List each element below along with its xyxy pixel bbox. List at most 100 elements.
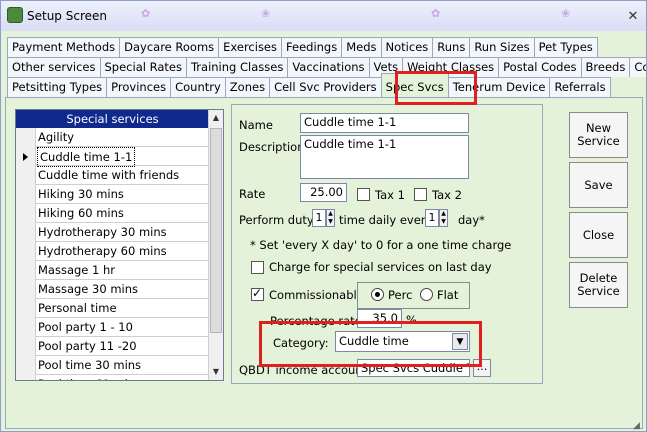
perform-duty-arrows-icon[interactable]: ▲ ▼ — [326, 209, 335, 227]
tax2-checkbox[interactable] — [414, 188, 427, 201]
rate-field[interactable]: 25.00 — [300, 183, 347, 202]
tab-provinces[interactable]: Provinces — [106, 77, 172, 97]
highlight-spec-svcs-tab — [395, 71, 477, 105]
row-gutter — [16, 242, 36, 261]
close-button[interactable]: Close — [569, 212, 628, 258]
perform-duty-label: Perform duty — [239, 213, 314, 227]
tax1-label: Tax 1 — [375, 188, 405, 202]
tab-colors[interactable]: Colors — [629, 57, 646, 77]
row-gutter — [16, 375, 36, 380]
perc-radio[interactable] — [371, 288, 384, 301]
list-rows: Agility Cuddle time 1-1 Cuddle time with f… — [16, 128, 209, 380]
delete-service-button[interactable]: Delete Service — [569, 262, 628, 308]
highlight-category — [259, 321, 482, 367]
list-item[interactable]: Hiking 60 mins — [16, 204, 209, 223]
special-services-list[interactable]: Special services Agility Cuddle time 1-1 C… — [15, 109, 224, 381]
perform-duty-spinner[interactable]: 1 — [312, 209, 326, 227]
tab-run-sizes[interactable]: Run Sizes — [469, 37, 535, 57]
tab-meds[interactable]: Meds — [341, 37, 382, 57]
tab-row-3: Petsitting Types Provinces Country Zones Cel… — [7, 73, 611, 101]
tab-petsitting-types[interactable]: Petsitting Types — [7, 77, 108, 97]
list-item[interactable]: Massage 30 mins — [16, 280, 209, 299]
description-field[interactable]: Cuddle time 1-1 — [300, 135, 469, 179]
scroll-thumb[interactable] — [210, 128, 222, 333]
flower-icon: ✿ — [141, 7, 151, 20]
app-icon — [7, 7, 23, 23]
tab-breeds[interactable]: Breeds — [580, 57, 631, 77]
list-item-label: Cuddle time 1-1 — [37, 147, 136, 167]
tab-runs[interactable]: Runs — [432, 37, 471, 57]
tax1-checkbox[interactable] — [357, 188, 370, 201]
list-item[interactable]: Personal time — [16, 299, 209, 318]
tab-zones[interactable]: Zones — [224, 77, 271, 97]
save-button[interactable]: Save — [569, 162, 628, 208]
scroll-up-icon[interactable]: ▲ — [209, 110, 223, 126]
list-item[interactable]: Hydrotherapy 60 mins — [16, 242, 209, 261]
list-item[interactable]: Pool time 30 mins — [16, 356, 209, 375]
row-gutter — [16, 185, 36, 204]
list-item-label: Personal time — [38, 301, 117, 315]
butterfly-icon: ❀ — [561, 7, 571, 20]
list-item-label: Pool time 60 mins — [38, 375, 141, 380]
tab-vaccinations[interactable]: Vaccinations — [287, 57, 370, 77]
scroll-down-icon[interactable]: ▼ — [209, 364, 223, 380]
save-label: Save — [584, 177, 613, 192]
list-scrollbar[interactable]: ▲ ▼ — [208, 110, 223, 380]
list-item[interactable]: Cuddle time with friends — [16, 166, 209, 185]
every-day-spinner[interactable]: 1 — [425, 209, 439, 227]
new-service-button[interactable]: New Service — [569, 112, 628, 158]
tab-notices[interactable]: Notices — [380, 37, 434, 57]
flat-radio[interactable] — [420, 288, 433, 301]
list-item[interactable]: Cuddle time 1-1 — [16, 147, 209, 167]
close-icon[interactable]: ✕ — [625, 9, 641, 25]
day-label: day* — [458, 213, 485, 227]
tab-country[interactable]: Country — [170, 77, 226, 97]
rate-label: Rate — [239, 187, 266, 201]
list-item-label: Massage 30 mins — [38, 282, 138, 296]
flower-icon: ✿ — [431, 7, 441, 20]
row-gutter — [16, 356, 36, 375]
list-item[interactable]: Agility — [16, 128, 209, 147]
name-field[interactable]: Cuddle time 1-1 — [300, 113, 469, 133]
window-title: Setup Screen — [27, 9, 107, 23]
description-label: Description — [239, 140, 305, 154]
every-day-arrows-icon[interactable]: ▲ ▼ — [439, 209, 448, 227]
commissionable-checkbox[interactable] — [251, 286, 264, 301]
list-header: Special services — [16, 110, 209, 128]
tab-other-services[interactable]: Other services — [7, 57, 101, 77]
list-item[interactable]: Pool party 1 - 10 — [16, 318, 209, 337]
resize-grip-icon[interactable]: ◢ — [633, 421, 643, 431]
list-item[interactable]: Hydrotherapy 30 mins — [16, 223, 209, 242]
tab-postal-codes[interactable]: Postal Codes — [498, 57, 582, 77]
row-gutter — [16, 299, 36, 318]
row-gutter — [16, 204, 36, 223]
row-gutter — [16, 147, 36, 166]
tab-daycare-rooms[interactable]: Daycare Rooms — [119, 37, 220, 57]
list-item-label: Hiking 30 mins — [38, 187, 124, 201]
list-item[interactable]: Massage 1 hr — [16, 261, 209, 280]
list-item-label: Cuddle time with friends — [38, 168, 180, 182]
list-item[interactable]: Hiking 30 mins — [16, 185, 209, 204]
row-gutter — [16, 318, 36, 337]
one-time-note: * Set 'every X day' to 0 for a one time … — [250, 238, 512, 252]
tab-referrals[interactable]: Referrals — [549, 77, 611, 97]
list-item[interactable]: Pool time 60 mins — [16, 375, 209, 380]
tab-exercises[interactable]: Exercises — [218, 37, 283, 57]
list-item-label: Massage 1 hr — [38, 263, 116, 277]
description-text: Cuddle time 1-1 — [304, 137, 397, 151]
tab-row-1: Payment Methods Daycare Rooms Exercises Fee… — [7, 37, 598, 57]
tab-payment-methods[interactable]: Payment Methods — [7, 37, 121, 57]
row-gutter — [16, 223, 36, 242]
row-gutter — [16, 166, 36, 185]
tab-pet-types[interactable]: Pet Types — [533, 37, 598, 57]
tab-cell-svc-providers[interactable]: Cell Svc Providers — [269, 77, 382, 97]
delete-service-label: Delete Service — [577, 271, 620, 298]
tab-feedings[interactable]: Feedings — [281, 37, 343, 57]
list-item-label: Hiking 60 mins — [38, 206, 124, 220]
row-gutter — [16, 128, 36, 147]
tab-special-rates[interactable]: Special Rates — [99, 57, 187, 77]
tab-training-classes[interactable]: Training Classes — [185, 57, 289, 77]
charge-last-day-checkbox[interactable] — [251, 261, 264, 274]
list-item[interactable]: Pool party 11 -20 — [16, 337, 209, 356]
daily-every-label: time daily every — [339, 213, 433, 227]
